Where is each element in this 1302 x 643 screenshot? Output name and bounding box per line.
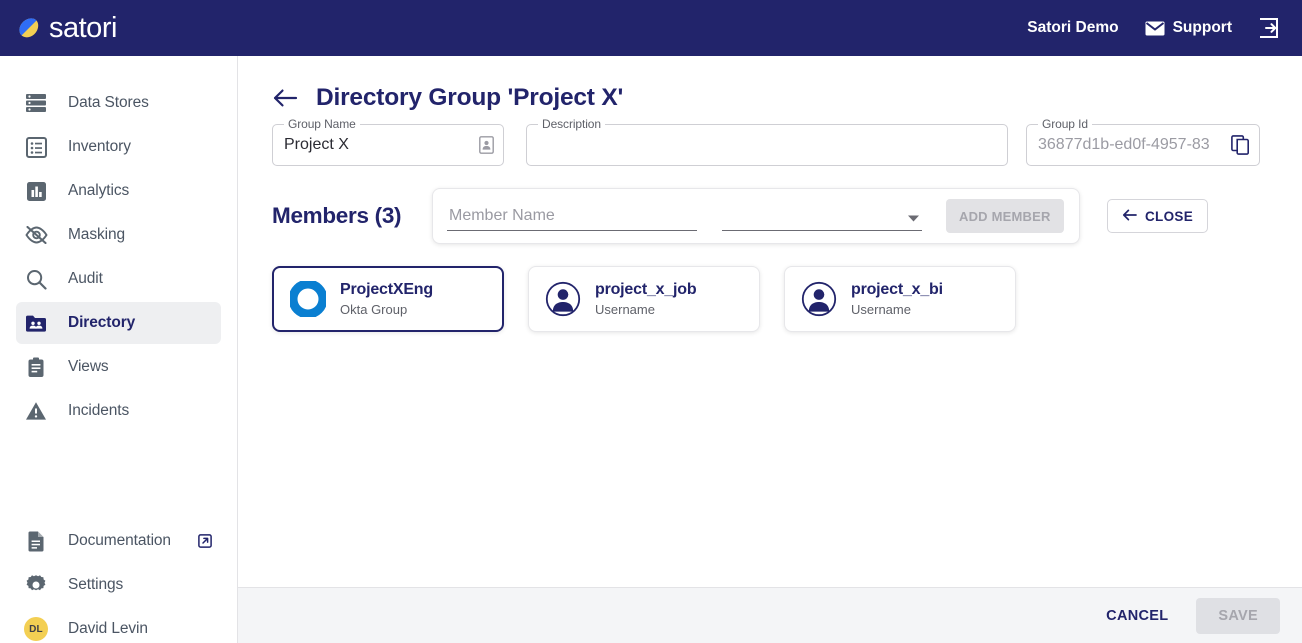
sidebar: Data Stores Inventory Analytics Masking …: [0, 56, 238, 643]
group-id-field: Group Id: [1026, 117, 1260, 166]
sidebar-item-user[interactable]: DL David Levin: [16, 608, 221, 643]
members-section-header: Members (3) ADD MEMBER: [238, 166, 1302, 244]
description-label: Description: [538, 117, 605, 131]
description-field[interactable]: Description: [526, 117, 1008, 166]
sidebar-item-label: Masking: [68, 226, 126, 243]
back-button[interactable]: [272, 88, 298, 108]
warning-triangle-icon: [24, 399, 48, 423]
search-icon: [24, 267, 48, 291]
list-box-icon: [24, 135, 48, 159]
sidebar-divider-space: [0, 432, 237, 478]
member-card-name: ProjectXEng: [340, 281, 433, 298]
copy-icon[interactable]: [1231, 135, 1250, 155]
arrow-left-icon: [1122, 209, 1137, 224]
page-header: Directory Group 'Project X': [238, 56, 1302, 112]
sidebar-item-analytics[interactable]: Analytics: [16, 170, 221, 212]
footer-bar: CANCEL SAVE: [238, 587, 1302, 643]
app-root: satori Satori Demo Support Data Stores I…: [0, 0, 1302, 643]
member-type-select-wrap: [722, 201, 922, 231]
sidebar-item-label: Analytics: [68, 182, 130, 199]
sidebar-item-settings[interactable]: Settings: [16, 564, 221, 606]
group-id-label: Group Id: [1038, 117, 1092, 131]
group-name-field[interactable]: Group Name: [272, 117, 504, 166]
close-button[interactable]: CLOSE: [1107, 199, 1209, 233]
avatar: DL: [24, 617, 48, 641]
member-card-subtitle: Username: [595, 302, 655, 317]
close-button-label: CLOSE: [1145, 208, 1194, 224]
page-title: Directory Group 'Project X': [316, 84, 624, 111]
bar-chart-icon: [24, 179, 48, 203]
members-heading: Members (3): [272, 203, 402, 228]
member-card[interactable]: project_x_job Username: [528, 266, 760, 332]
database-icon: [24, 91, 48, 115]
user-circle-icon: [801, 281, 837, 317]
main-content: Directory Group 'Project X' Group Name D…: [238, 56, 1302, 643]
user-circle-icon: [545, 281, 581, 317]
brand-logo[interactable]: satori: [16, 11, 117, 44]
sidebar-item-label: Directory: [68, 314, 136, 331]
member-card[interactable]: project_x_bi Username: [784, 266, 1016, 332]
sidebar-item-label: Inventory: [68, 138, 131, 155]
sidebar-item-data-stores[interactable]: Data Stores: [16, 82, 221, 124]
gear-icon: [24, 573, 48, 597]
brand-name: satori: [49, 11, 117, 44]
account-name[interactable]: Satori Demo: [1027, 19, 1118, 37]
satori-leaf-icon: [16, 15, 42, 41]
member-card-subtitle: Okta Group: [340, 302, 408, 317]
member-card-subtitle: Username: [851, 302, 911, 317]
group-id-input: [1027, 125, 1259, 165]
member-card-meta: project_x_bi Username: [851, 281, 943, 317]
save-button[interactable]: SAVE: [1196, 597, 1280, 634]
clipboard-icon: [24, 355, 48, 379]
support-button[interactable]: Support: [1145, 19, 1232, 37]
member-card-list: ProjectXEng Okta Group project_x_job Use…: [238, 244, 1302, 332]
sidebar-item-label: Settings: [68, 576, 124, 593]
account-label: Satori Demo: [1027, 19, 1119, 36]
top-bar: satori Satori Demo Support: [0, 0, 1302, 56]
sidebar-item-masking[interactable]: Masking: [16, 214, 221, 256]
group-form: Group Name Description Group Id: [238, 112, 1302, 166]
sidebar-item-label: David Levin: [68, 620, 148, 637]
group-name-label: Group Name: [284, 117, 360, 131]
member-card-meta: ProjectXEng Okta Group: [340, 281, 433, 317]
description-input[interactable]: [527, 125, 1007, 165]
cancel-button[interactable]: CANCEL: [1092, 599, 1182, 633]
sidebar-item-label: Audit: [68, 270, 103, 287]
add-member-card: ADD MEMBER: [432, 188, 1080, 244]
member-card-name: project_x_job: [595, 281, 697, 298]
envelope-icon: [1145, 21, 1165, 36]
avatar-initials: DL: [24, 617, 48, 641]
support-label: Support: [1172, 19, 1232, 36]
sidebar-item-documentation[interactable]: Documentation: [16, 520, 221, 562]
top-bar-actions: Satori Demo Support: [1027, 17, 1280, 39]
okta-ring-icon: [288, 279, 328, 319]
eye-off-icon: [24, 223, 48, 247]
sidebar-item-label: Views: [68, 358, 109, 375]
external-link-icon: [198, 534, 212, 548]
member-type-select[interactable]: [722, 201, 922, 231]
sidebar-item-label: Incidents: [68, 402, 130, 419]
document-icon: [24, 529, 48, 553]
sidebar-item-directory[interactable]: Directory: [16, 302, 221, 344]
id-badge-icon[interactable]: [479, 136, 494, 154]
sidebar-item-label: Data Stores: [68, 94, 149, 111]
add-member-button[interactable]: ADD MEMBER: [946, 199, 1064, 233]
sidebar-item-audit[interactable]: Audit: [16, 258, 221, 300]
member-card-name: project_x_bi: [851, 281, 943, 298]
sidebar-item-inventory[interactable]: Inventory: [16, 126, 221, 168]
logout-icon: [1258, 17, 1280, 39]
sidebar-item-label: Documentation: [68, 532, 171, 549]
member-card-meta: project_x_job Username: [595, 281, 697, 317]
member-card[interactable]: ProjectXEng Okta Group: [272, 266, 504, 332]
group-name-input[interactable]: [273, 125, 503, 165]
directory-folder-icon: [24, 311, 48, 335]
sidebar-item-incidents[interactable]: Incidents: [16, 390, 221, 432]
sidebar-item-views[interactable]: Views: [16, 346, 221, 388]
member-name-input[interactable]: [447, 201, 697, 231]
logout-button[interactable]: [1258, 17, 1280, 39]
